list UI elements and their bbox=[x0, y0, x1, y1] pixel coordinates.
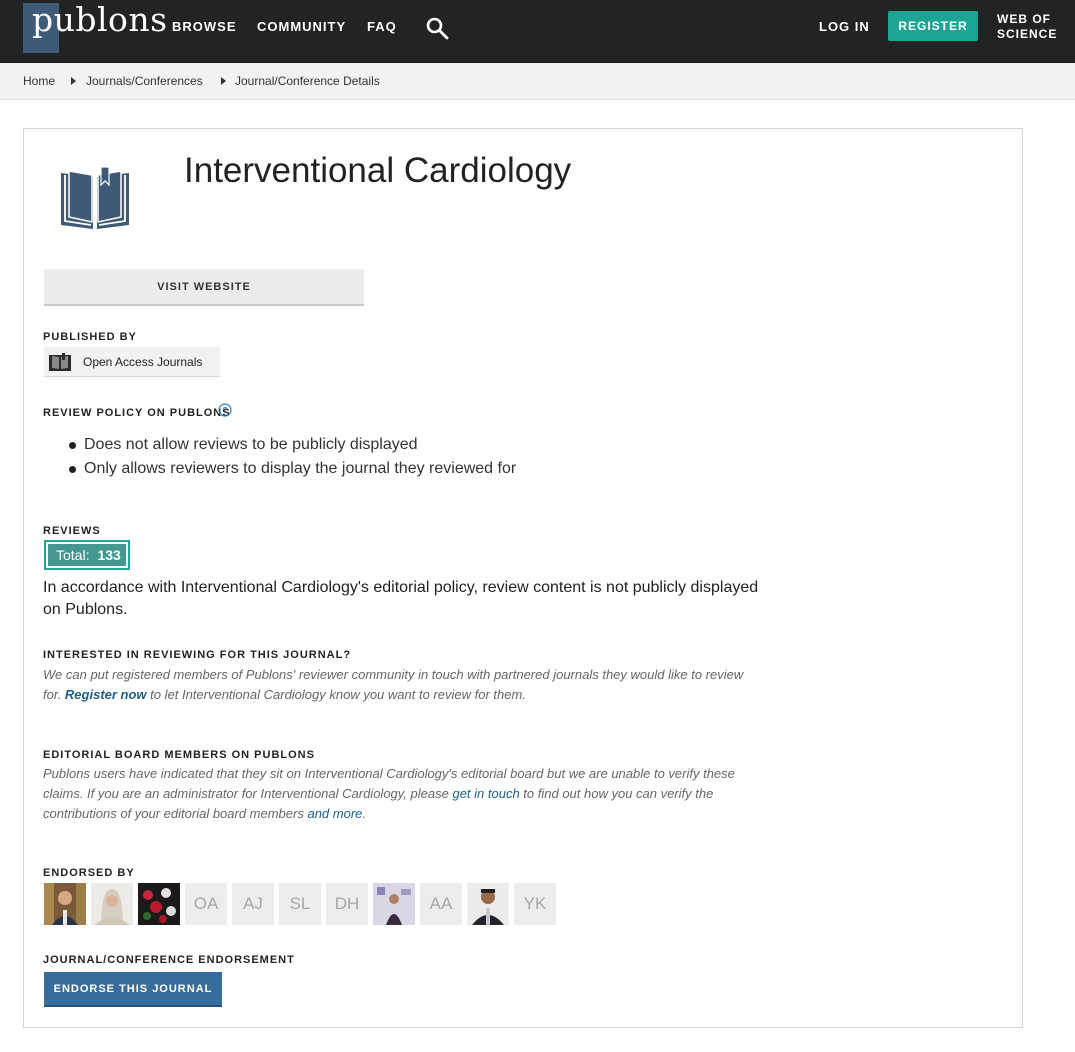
register-button[interactable]: REGISTER bbox=[888, 11, 978, 41]
reviews-heading: REVIEWS bbox=[43, 525, 101, 537]
breadcrumb: Home Journals/Conferences Journal/Confer… bbox=[0, 63, 1075, 100]
wos-line-2: SCIENCE bbox=[997, 27, 1058, 41]
endorser-avatar-initials[interactable]: YK bbox=[514, 883, 556, 925]
get-in-touch-link[interactable]: get in touch bbox=[452, 786, 519, 801]
editorial-board-heading: EDITORIAL BOARD MEMBERS ON PUBLONS bbox=[43, 749, 315, 761]
bullet bbox=[69, 441, 76, 449]
logo-text: publons bbox=[32, 0, 168, 39]
editorial-board-text: Publons users have indicated that they s… bbox=[43, 764, 763, 824]
endorsed-by-heading: ENDORSED BY bbox=[43, 867, 135, 879]
top-nav-bar: publons BROWSE COMMUNITY FAQ LOG IN REGI… bbox=[0, 0, 1075, 63]
journal-card: Interventional Cardiology VISIT WEBSITE … bbox=[23, 128, 1023, 1028]
reviews-policy-text: In accordance with Interventional Cardio… bbox=[43, 579, 759, 618]
publisher-book-icon bbox=[49, 352, 71, 371]
open-book-icon bbox=[61, 167, 129, 229]
breadcrumb-home[interactable]: Home bbox=[23, 74, 55, 88]
endorser-avatar-initials[interactable]: AA bbox=[420, 883, 462, 925]
endorser-avatar-initials[interactable]: AJ bbox=[232, 883, 274, 925]
total-label: Total: bbox=[56, 547, 90, 563]
endorser-list: OA AJ SL DH AA YK bbox=[44, 883, 556, 925]
login-link[interactable]: LOG IN bbox=[819, 19, 870, 34]
interested-text: We can put registered members of Publons… bbox=[43, 665, 763, 705]
endorser-avatar-photo[interactable] bbox=[44, 883, 86, 925]
publisher-link[interactable]: Open Access Journals bbox=[44, 347, 220, 377]
help-icon[interactable]: ? bbox=[218, 403, 232, 417]
endorser-avatar-initials[interactable]: OA bbox=[185, 883, 227, 925]
interested-heading: INTERESTED IN REVIEWING FOR THIS JOURNAL… bbox=[43, 649, 352, 661]
policy-item: Does not allow reviews to be publicly di… bbox=[69, 436, 418, 454]
publisher-name: Open Access Journals bbox=[83, 354, 203, 369]
svg-text:?: ? bbox=[222, 405, 227, 415]
visit-website-button[interactable]: VISIT WEBSITE bbox=[44, 269, 364, 306]
search-icon[interactable] bbox=[425, 16, 449, 40]
register-now-link[interactable]: Register now bbox=[65, 687, 147, 702]
review-policy-heading: REVIEW POLICY ON PUBLONS bbox=[43, 407, 231, 419]
endorser-avatar-photo[interactable] bbox=[138, 883, 180, 925]
endorser-avatar-initials[interactable]: SL bbox=[279, 883, 321, 925]
policy-text: Only allows reviewers to display the jou… bbox=[84, 460, 517, 477]
endorser-avatar-photo[interactable] bbox=[91, 883, 133, 925]
interested-text-part: to let Interventional Cardiology know yo… bbox=[146, 687, 526, 702]
web-of-science-link[interactable]: WEB OF SCIENCE bbox=[997, 12, 1057, 42]
breadcrumb-current: Journal/Conference Details bbox=[235, 74, 380, 88]
nav-browse[interactable]: BROWSE bbox=[172, 19, 237, 34]
total-value: 133 bbox=[97, 547, 121, 563]
endorse-journal-button[interactable]: ENDORSE THIS JOURNAL bbox=[44, 972, 222, 1007]
endorser-avatar-initials[interactable]: DH bbox=[326, 883, 368, 925]
chevron-right-icon bbox=[71, 77, 76, 85]
publons-logo[interactable]: publons bbox=[23, 0, 167, 53]
page-title: Interventional Cardiology bbox=[184, 151, 572, 190]
editorial-text-part: . bbox=[362, 806, 367, 821]
published-by-heading: PUBLISHED BY bbox=[43, 331, 137, 343]
nav-community[interactable]: COMMUNITY bbox=[257, 19, 346, 34]
and-more-link[interactable]: and more bbox=[307, 806, 362, 821]
wos-line-1: WEB OF bbox=[997, 12, 1051, 26]
endorser-avatar-photo[interactable] bbox=[373, 883, 415, 925]
breadcrumb-journals[interactable]: Journals/Conferences bbox=[86, 74, 203, 88]
chevron-right-icon bbox=[221, 77, 226, 85]
reviews-total-badge: Total: 133 bbox=[44, 540, 130, 570]
policy-text: Does not allow reviews to be publicly di… bbox=[84, 436, 418, 453]
bullet bbox=[69, 465, 76, 473]
endorser-avatar-photo[interactable] bbox=[467, 883, 509, 925]
nav-faq[interactable]: FAQ bbox=[367, 19, 397, 34]
policy-item: Only allows reviewers to display the jou… bbox=[69, 460, 516, 478]
endorsement-heading: JOURNAL/CONFERENCE ENDORSEMENT bbox=[43, 954, 295, 966]
